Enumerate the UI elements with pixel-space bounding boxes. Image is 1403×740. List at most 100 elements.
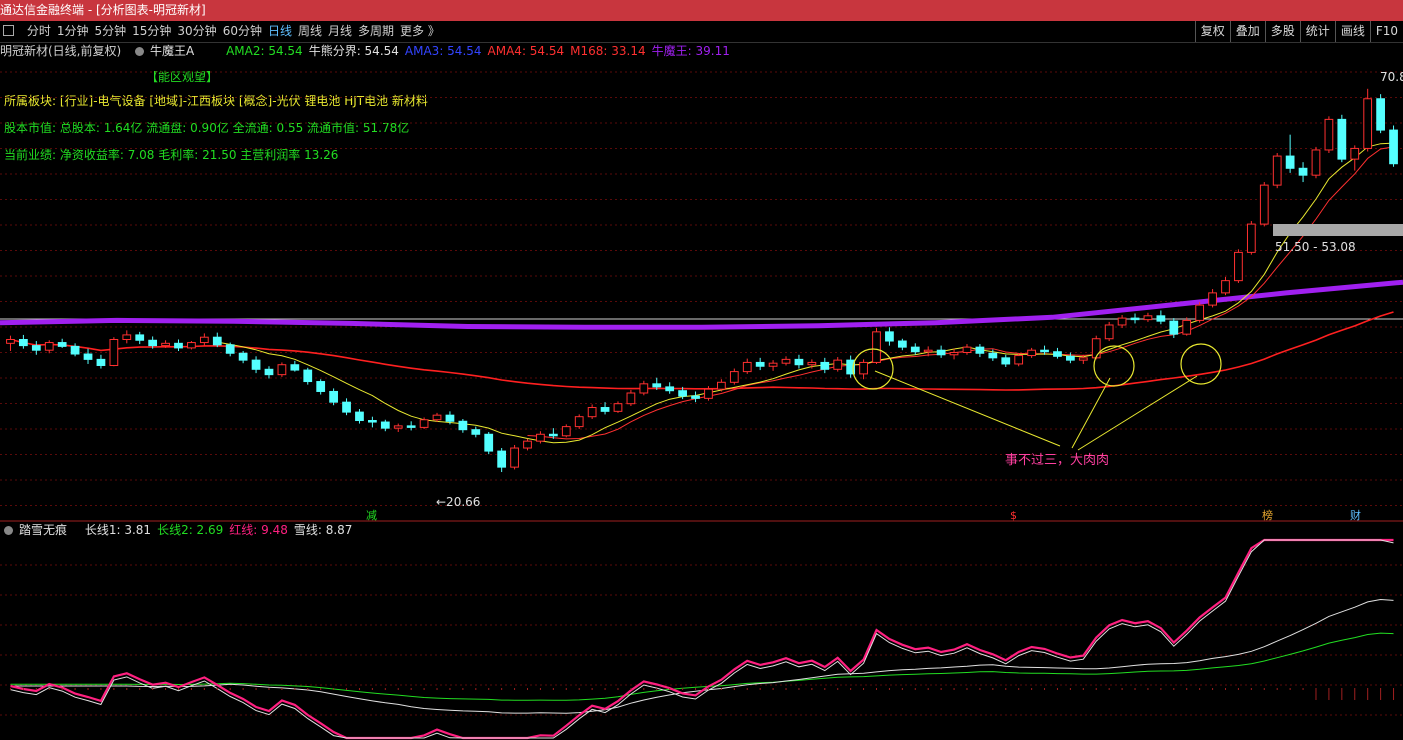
candle-body [406, 425, 416, 428]
candle-body [975, 346, 985, 354]
candle-body [83, 353, 93, 360]
low-label: ←20.66 [436, 495, 480, 509]
candle-body [717, 381, 726, 390]
candle-body [1389, 129, 1398, 165]
candle-body [432, 414, 442, 421]
range-bar [1273, 224, 1403, 236]
candle-body [1259, 184, 1269, 225]
event-marker: 榜 [1262, 508, 1273, 522]
candle-body [109, 339, 119, 366]
indicator-item-1: 长线2: 2.69 [157, 523, 224, 537]
candle-body [962, 346, 972, 353]
candle-body [755, 361, 765, 367]
candle-body [510, 447, 519, 468]
candle-body [1078, 357, 1088, 361]
indicator-item-0: 长线1: 3.81 [84, 523, 152, 537]
indicator-title[interactable]: 踏雪无痕 [19, 523, 67, 537]
candle-body [342, 401, 351, 413]
candle-body [70, 345, 80, 355]
candle-body [561, 426, 571, 437]
candle-body [31, 345, 41, 351]
kline-chart[interactable]: 70.8 ←20.66 51.50 - 53.08 事不过三，大肉肉减 $ 榜 财 [0, 0, 1403, 740]
candle-body [1221, 280, 1230, 294]
candle-body [1104, 324, 1114, 340]
candle-body [355, 411, 364, 422]
candle-body [1156, 315, 1166, 322]
candle-body [1285, 155, 1295, 169]
indicator-item-2: 红线: 9.48 [229, 523, 288, 537]
candle-body [1117, 317, 1127, 326]
candle-body [1298, 167, 1308, 176]
candle-body [225, 344, 235, 354]
candle-body [484, 433, 494, 452]
candle-body [458, 420, 468, 431]
highlight-circle [1093, 345, 1135, 387]
candle-body [742, 361, 752, 373]
candle-body [936, 349, 946, 356]
candle-body [19, 339, 28, 347]
candle-body [251, 359, 261, 370]
candle-body [329, 390, 338, 403]
candle-body [587, 407, 597, 418]
candle-body [949, 351, 959, 356]
candle-body [187, 342, 196, 349]
indicator-legend: 踏雪无痕 长线1: 3.81 长线2: 2.69 红线: 9.48 雪线: 8.87 [0, 522, 358, 538]
candle-body [1027, 349, 1036, 357]
candle-body [574, 416, 584, 428]
candle-body [885, 331, 894, 342]
candle-body [419, 419, 429, 428]
candle-body [1195, 304, 1205, 321]
range-label: 51.50 - 53.08 [1275, 240, 1356, 254]
candle-body [729, 371, 739, 383]
event-marker: 财 [1350, 508, 1361, 522]
line-snow [10, 539, 1394, 739]
candle-body [704, 388, 713, 399]
candle-body [1066, 355, 1075, 361]
candle-body [1311, 149, 1321, 176]
candle-body [122, 334, 132, 340]
candle-body [380, 421, 390, 429]
candle-body [1246, 223, 1256, 253]
candle-body [290, 364, 300, 371]
line-red [10, 538, 1394, 740]
candle-body [212, 336, 222, 346]
candle-body [988, 352, 998, 359]
candle-body [277, 364, 287, 376]
candle-body [1234, 251, 1243, 282]
candle-body [264, 368, 274, 376]
candle-body [768, 362, 778, 367]
candle-body [923, 349, 933, 353]
candle-body [665, 386, 675, 392]
candle-body [600, 407, 610, 412]
candle-body [678, 390, 687, 397]
candle-body [1272, 155, 1282, 186]
candle-body [1040, 349, 1049, 353]
candle-body [536, 433, 545, 442]
candle-body [1182, 319, 1192, 335]
candle-body [833, 359, 843, 370]
candle-body [1337, 118, 1347, 160]
candle-body [1001, 357, 1011, 365]
indicator-toggle-icon[interactable] [4, 526, 13, 535]
candle-body [161, 342, 170, 347]
candle-body [1053, 351, 1062, 357]
annotation-arrow [874, 370, 1061, 447]
candle-body [44, 342, 54, 351]
ma-purple-line [0, 279, 1403, 330]
candle-body [1169, 320, 1179, 335]
candle-body [1143, 315, 1153, 321]
candle-body [497, 450, 507, 468]
candle-body [368, 420, 377, 423]
candle-body [471, 429, 481, 435]
candle-body [96, 358, 106, 366]
candle-body [57, 342, 67, 347]
candle-body [897, 340, 907, 348]
candle-body [613, 403, 623, 412]
candle-body [316, 381, 326, 392]
candle-body [781, 358, 791, 364]
candle-body [523, 440, 532, 449]
event-marker: 减 [366, 509, 377, 522]
candle-body [910, 346, 920, 353]
event-marker: $ [1010, 509, 1017, 522]
candle-body [859, 361, 868, 375]
